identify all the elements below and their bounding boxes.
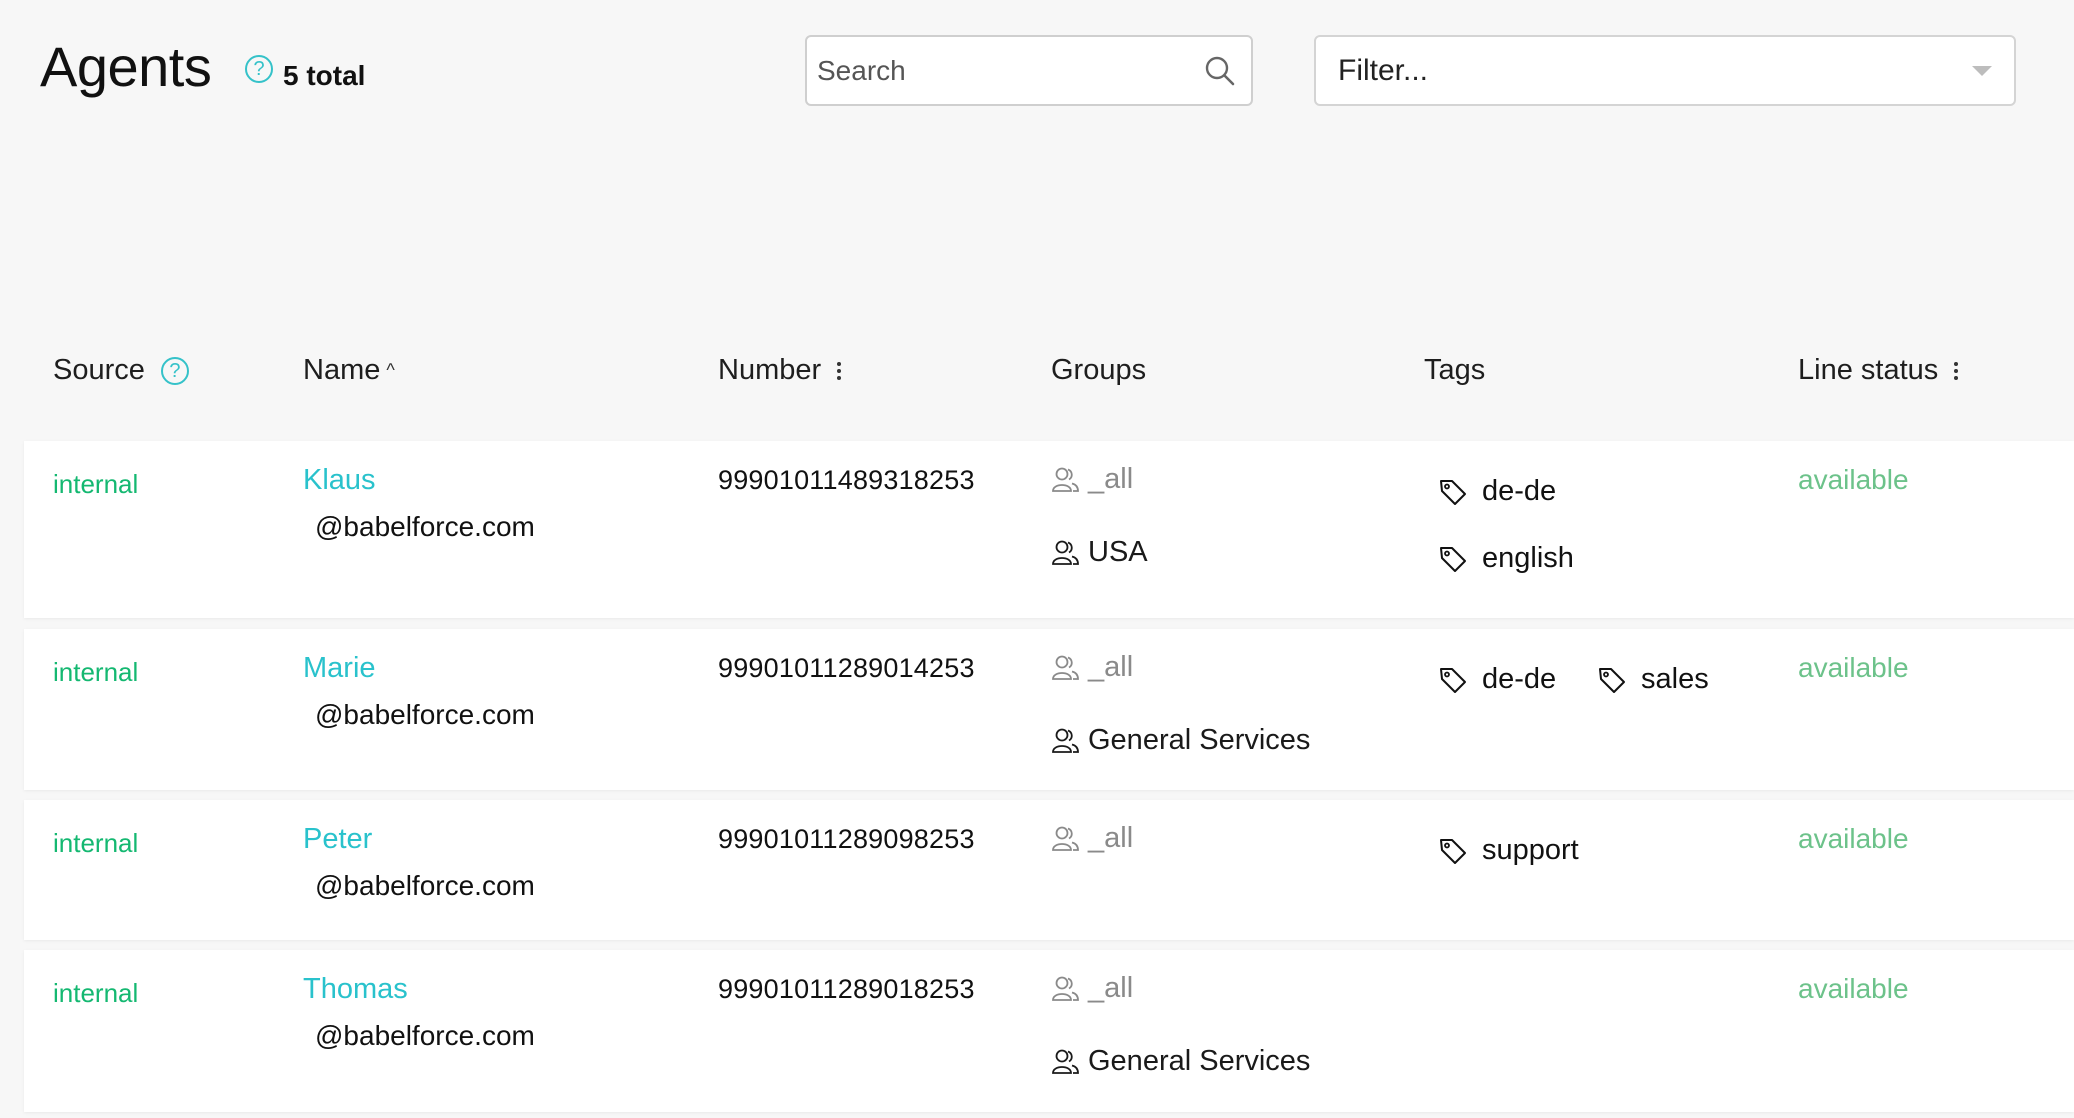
user-group-icon bbox=[1052, 826, 1079, 851]
line-status-value: available bbox=[1798, 652, 1909, 683]
caret-down-icon bbox=[1972, 65, 1992, 76]
search-input[interactable] bbox=[817, 54, 1203, 87]
agent-number: 99901011289014253 bbox=[718, 653, 975, 683]
total-count: 5 total bbox=[283, 60, 366, 91]
tag-label: de-de bbox=[1482, 663, 1557, 695]
group-item: _all bbox=[1050, 822, 1133, 855]
agent-number: 99901011489318253 bbox=[718, 465, 975, 495]
agent-name-link[interactable]: Thomas bbox=[303, 973, 408, 1006]
table-row[interactable]: internal Klaus @babelforce.com 999010114… bbox=[24, 441, 2074, 618]
tag-icon bbox=[1440, 479, 1466, 505]
tag-label: sales bbox=[1641, 663, 1709, 695]
user-group-icon bbox=[1052, 655, 1079, 680]
column-header-line-status-label: Line status bbox=[1798, 354, 1939, 386]
agents-page: Agents ? 5 total Filter... Source ? Name… bbox=[0, 0, 2074, 1118]
table-row[interactable]: internal Thomas @babelforce.com 99901011… bbox=[24, 950, 2074, 1112]
column-header-groups: Groups bbox=[1051, 354, 1146, 387]
group-name: USA bbox=[1088, 536, 1148, 568]
page-title: Agents bbox=[40, 35, 212, 98]
help-icon[interactable]: ? bbox=[160, 356, 189, 385]
source-value: internal bbox=[53, 978, 139, 1008]
group-name: _all bbox=[1088, 972, 1134, 1004]
column-header-groups-label: Groups bbox=[1051, 354, 1147, 386]
tag-chip: english bbox=[1438, 542, 1574, 575]
column-header-source-label: Source bbox=[53, 354, 145, 386]
agent-name-link[interactable]: Klaus bbox=[303, 464, 376, 497]
agent-email: @babelforce.com bbox=[315, 511, 535, 542]
column-header-name-label: Name bbox=[303, 354, 381, 386]
agent-number: 99901011289018253 bbox=[718, 974, 975, 1004]
agent-email: @babelforce.com bbox=[315, 870, 535, 901]
group-name: _all bbox=[1088, 463, 1134, 495]
column-header-source: Source ? bbox=[53, 354, 189, 387]
source-value: internal bbox=[53, 828, 139, 858]
agent-email: @babelforce.com bbox=[315, 699, 535, 730]
search-box[interactable] bbox=[805, 35, 1253, 106]
column-header-tags: Tags bbox=[1424, 354, 1485, 387]
tag-icon bbox=[1440, 838, 1466, 864]
tag-chip: support bbox=[1438, 834, 1579, 867]
user-group-icon bbox=[1052, 976, 1079, 1001]
tag-chip: sales bbox=[1597, 663, 1709, 696]
agent-name-link[interactable]: Marie bbox=[303, 652, 376, 685]
table-row[interactable]: internal Marie @babelforce.com 999010112… bbox=[24, 629, 2074, 790]
group-name: _all bbox=[1088, 651, 1134, 683]
tag-label: de-de bbox=[1482, 475, 1557, 507]
group-item: General Services bbox=[1050, 724, 1310, 757]
help-icon[interactable]: ? bbox=[245, 55, 273, 83]
column-header-name[interactable]: Name ^ bbox=[303, 354, 395, 387]
source-value: internal bbox=[53, 657, 139, 687]
agent-number: 99901011289098253 bbox=[718, 824, 975, 854]
line-status-value: available bbox=[1798, 823, 1909, 854]
tag-label: support bbox=[1482, 834, 1579, 866]
column-header-line-status: Line status bbox=[1798, 354, 1959, 387]
column-header-number-label: Number bbox=[718, 354, 822, 386]
column-header-number: Number bbox=[718, 354, 842, 387]
agent-email: @babelforce.com bbox=[315, 1020, 535, 1051]
group-item: General Services bbox=[1050, 1045, 1310, 1078]
tag-chip: de-de bbox=[1438, 663, 1556, 696]
tag-icon bbox=[1440, 667, 1466, 693]
user-group-icon bbox=[1052, 728, 1079, 753]
user-group-icon bbox=[1052, 467, 1079, 492]
search-icon[interactable] bbox=[1203, 54, 1237, 88]
tag-icon bbox=[1440, 546, 1466, 572]
filter-dropdown[interactable]: Filter... bbox=[1314, 35, 2016, 106]
group-name: General Services bbox=[1088, 724, 1311, 756]
table-row[interactable]: internal Peter @babelforce.com 999010112… bbox=[24, 800, 2074, 940]
agent-name-link[interactable]: Peter bbox=[303, 823, 372, 856]
group-name: _all bbox=[1088, 822, 1134, 854]
tag-label: english bbox=[1482, 542, 1574, 574]
group-name: General Services bbox=[1088, 1045, 1311, 1077]
line-status-value: available bbox=[1798, 973, 1909, 1004]
tag-chip: de-de bbox=[1438, 475, 1556, 508]
tag-icon bbox=[1599, 667, 1625, 693]
group-item: _all bbox=[1050, 463, 1133, 496]
column-menu-icon[interactable] bbox=[837, 361, 842, 380]
user-group-icon bbox=[1052, 540, 1079, 565]
group-item: _all bbox=[1050, 972, 1133, 1005]
group-item: USA bbox=[1050, 536, 1148, 569]
column-menu-icon[interactable] bbox=[1954, 361, 1959, 380]
filter-label: Filter... bbox=[1338, 53, 1429, 87]
source-value: internal bbox=[53, 469, 139, 499]
column-header-tags-label: Tags bbox=[1424, 354, 1486, 386]
group-item: _all bbox=[1050, 651, 1133, 684]
user-group-icon bbox=[1052, 1049, 1079, 1074]
sort-asc-icon[interactable]: ^ bbox=[386, 360, 394, 381]
line-status-value: available bbox=[1798, 464, 1909, 495]
